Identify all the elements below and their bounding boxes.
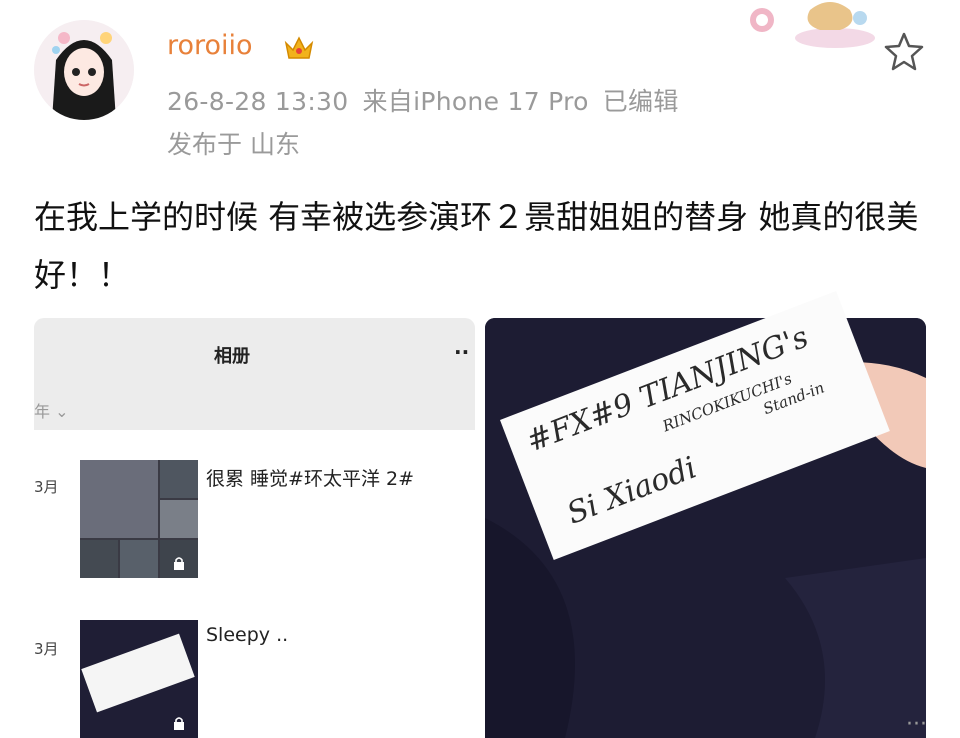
post-meta: 26-8-28 13:30 来自iPhone 17 Pro 已编辑 (167, 82, 693, 118)
lock-icon (174, 717, 184, 730)
star-icon[interactable] (882, 30, 926, 74)
timestamp: 26-8-28 13:30 (167, 87, 349, 116)
entry-caption: 很累 睡觉#环太平洋 2# (206, 468, 415, 490)
edited-label[interactable]: 已编辑 (603, 87, 679, 116)
album-header (34, 318, 475, 430)
location: 发布于 山东 (167, 130, 300, 159)
sticker-decoration (740, 0, 880, 50)
attached-image-1[interactable]: 相册 ·· 年 ⌄ 3月 很累 睡觉#环太平洋 2# 3月 Sleepy .. (34, 318, 475, 738)
entry-thumbnail (80, 620, 198, 738)
entry-thumbnail-grid (80, 460, 198, 578)
crown-icon (283, 33, 315, 63)
album-year: 年 ⌄ (34, 402, 69, 421)
more-icon: ·· (454, 340, 470, 364)
source: 来自iPhone 17 Pro (362, 87, 589, 116)
entry-caption: Sleepy .. (206, 624, 289, 646)
post-text: 在我上学的时候 有幸被选参演环２景甜姐姐的替身 她真的很美好！！ (34, 198, 919, 294)
avatar-illustration (34, 20, 134, 120)
entry-month: 3月 (34, 478, 59, 496)
username[interactable]: roroiio (167, 30, 253, 61)
album-title: 相册 (214, 346, 250, 367)
entry-month: 3月 (34, 640, 59, 658)
avatar[interactable] (34, 20, 134, 120)
lock-icon (174, 557, 184, 570)
more-icon[interactable]: ··· (906, 712, 927, 737)
